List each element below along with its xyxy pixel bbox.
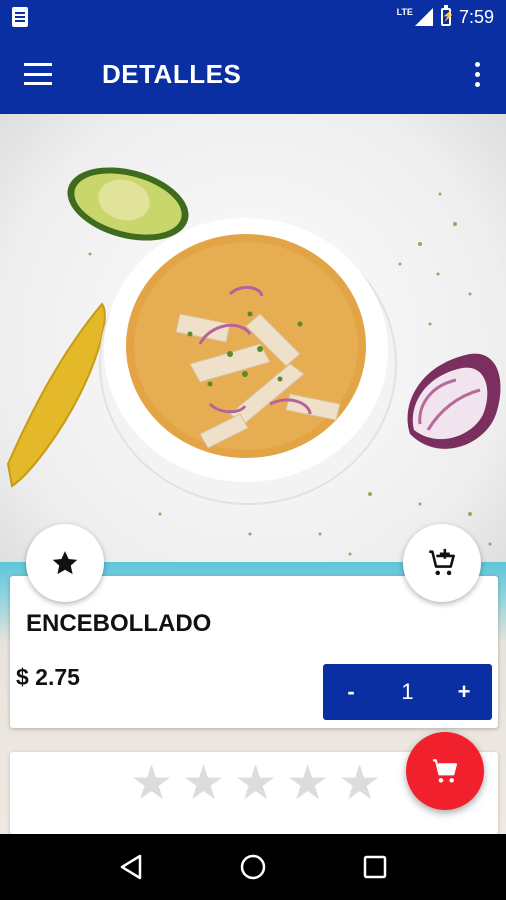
star-icon: [52, 551, 78, 575]
rating-star-5-icon[interactable]: ★: [338, 760, 381, 808]
home-button[interactable]: [223, 842, 283, 892]
shopping-cart-icon: [433, 759, 457, 783]
menu-icon[interactable]: [24, 63, 52, 85]
rating-star-2-icon[interactable]: ★: [182, 760, 225, 808]
increase-quantity-button[interactable]: +: [436, 679, 492, 705]
product-card: ENCEBOLLADO $ 2.75 - 1 +: [10, 576, 498, 728]
back-icon: [120, 854, 142, 880]
favorite-button[interactable]: [26, 524, 104, 602]
cart-add-icon: [429, 548, 455, 576]
recents-icon: [363, 855, 387, 879]
more-vert-icon[interactable]: [475, 62, 480, 87]
quantity-stepper: - 1 +: [323, 664, 492, 720]
system-navigation-bar: [0, 834, 506, 900]
add-to-cart-button[interactable]: [403, 524, 481, 602]
quantity-value: 1: [401, 679, 414, 704]
document-icon: [12, 7, 28, 27]
status-right: LTE ⚡ 7:59: [396, 5, 494, 28]
product-name: ENCEBOLLADO: [26, 610, 212, 637]
status-time: 7:59: [458, 6, 494, 27]
rating-star-3-icon[interactable]: ★: [234, 760, 277, 808]
rating-star-4-icon[interactable]: ★: [286, 760, 329, 808]
recents-button[interactable]: [345, 842, 405, 892]
decrease-quantity-button[interactable]: -: [323, 679, 379, 705]
product-image: [0, 114, 506, 570]
status-left: [12, 7, 28, 27]
red-onion: [407, 353, 501, 449]
battery-charging-icon: ⚡: [440, 5, 454, 26]
back-button[interactable]: [101, 842, 161, 892]
status-bar: LTE ⚡ 7:59: [0, 0, 506, 34]
signal-icon: [414, 8, 433, 26]
app-bar: DETALLES: [0, 34, 506, 114]
product-photo-illustration: [6, 167, 501, 556]
rating-stars: ★ ★ ★ ★ ★: [130, 760, 381, 808]
page-title: DETALLES: [102, 58, 242, 89]
network-type: LTE: [396, 7, 413, 17]
cart-button[interactable]: [406, 732, 484, 810]
home-icon: [240, 854, 266, 880]
product-price: $ 2.75: [16, 664, 80, 690]
rating-star-1-icon[interactable]: ★: [130, 760, 173, 808]
